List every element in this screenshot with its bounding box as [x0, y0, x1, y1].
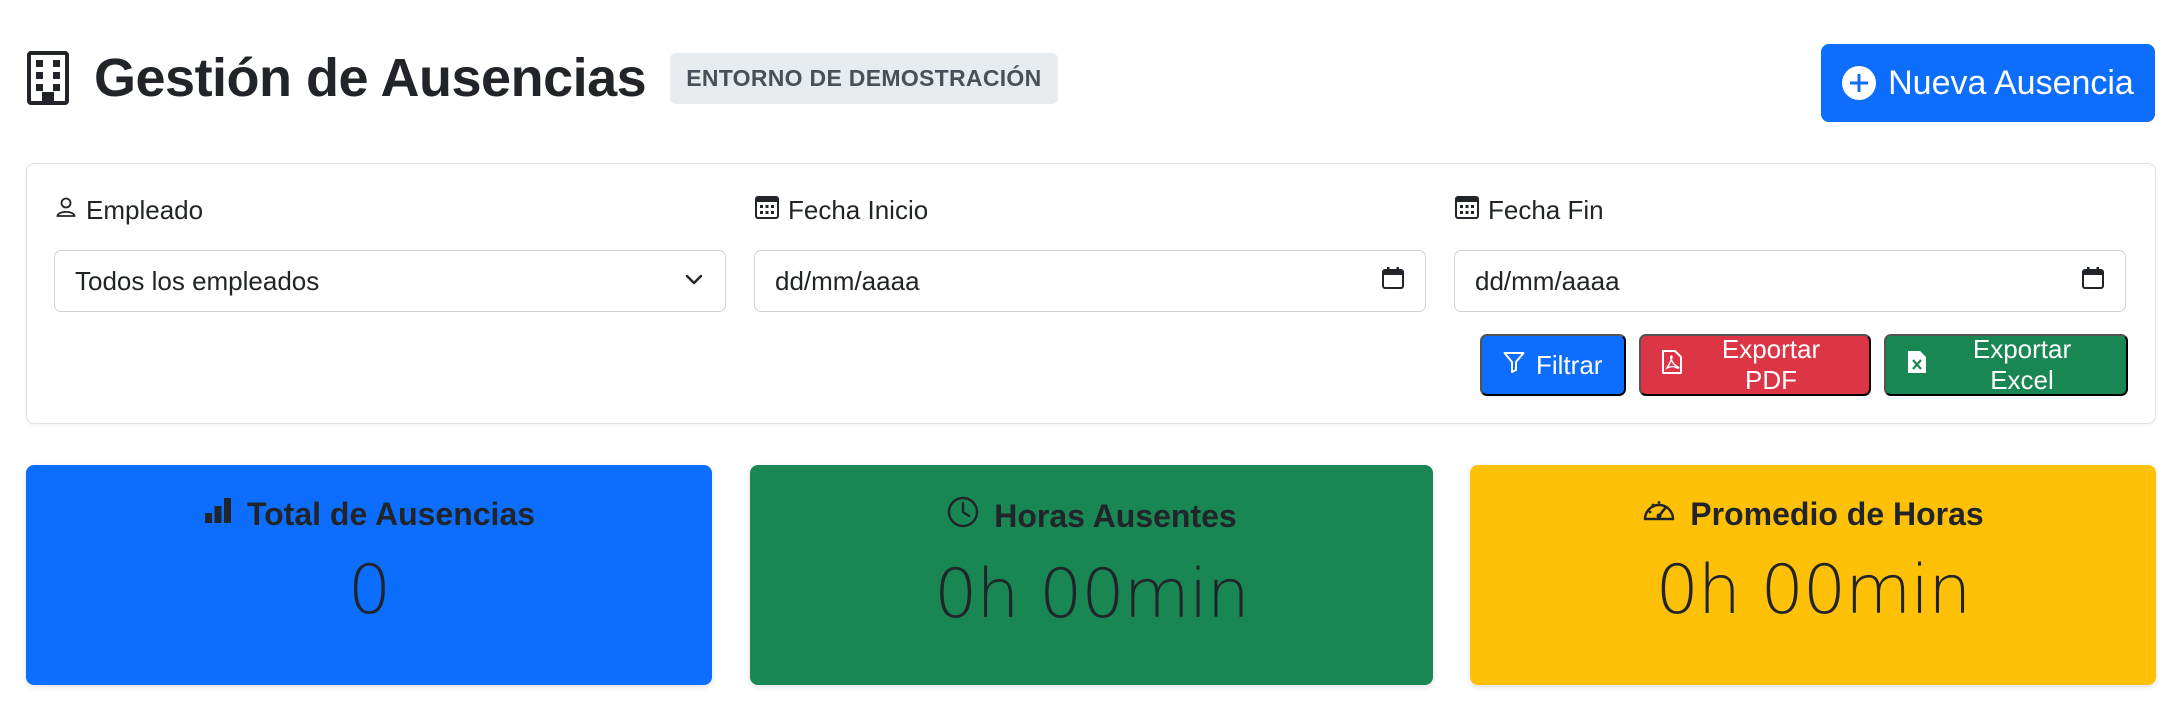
building-icon: [26, 50, 74, 106]
person-icon: [54, 195, 78, 226]
employee-label-row: Empleado: [54, 192, 726, 228]
export-pdf-label: Exportar PDF: [1721, 334, 1821, 395]
stat-title-row: Total de Ausencias: [203, 495, 535, 533]
stat-title: Horas Ausentes: [994, 497, 1237, 534]
end-date-value: dd/mm/aaaa: [1475, 265, 1620, 296]
calendar-icon: [754, 194, 780, 227]
new-absence-label: Nueva Ausencia: [1888, 63, 2134, 102]
new-absence-button[interactable]: Nueva Ausencia: [1821, 44, 2155, 122]
stat-title-row: Horas Ausentes: [946, 495, 1237, 537]
bar-chart-icon: [203, 495, 233, 533]
stat-card-average-hours: Promedio de Horas 0h 00min: [1470, 465, 2156, 685]
filter-actions: Filtrar Exportar PDF Exportar Excel: [1480, 334, 2128, 396]
page-title: Gestión de Ausencias: [94, 48, 647, 108]
export-excel-button[interactable]: Exportar Excel: [1884, 334, 2128, 396]
employee-label: Empleado: [86, 194, 204, 225]
stat-title: Total de Ausencias: [246, 495, 536, 532]
filter-card: Empleado Todos los empleados Fecha Inici…: [26, 163, 2156, 424]
start-date-value: dd/mm/aaaa: [775, 265, 920, 296]
chevron-down-icon: [683, 266, 705, 297]
export-excel-label: Exportar Excel: [1972, 334, 2072, 395]
file-pdf-icon: [1661, 349, 1683, 382]
start-date-filter: Fecha Inicio dd/mm/aaaa: [754, 192, 1426, 312]
speedometer-icon: [1642, 495, 1676, 533]
calendar-icon: [1454, 194, 1480, 227]
file-excel-icon: [1906, 349, 1928, 382]
absence-management-page: Gestión de Ausencias ENTORNO DE DEMOSTRA…: [0, 0, 2169, 725]
plus-circle-icon: [1842, 66, 1877, 100]
stat-value: 0h 00min: [934, 555, 1250, 634]
export-pdf-button[interactable]: Exportar PDF: [1639, 334, 1871, 396]
end-date-filter: Fecha Fin dd/mm/aaaa: [1454, 192, 2126, 312]
start-date-label: Fecha Inicio: [788, 194, 929, 225]
stat-title: Promedio de Horas: [1690, 495, 1984, 532]
clock-icon: [946, 495, 980, 537]
end-date-input[interactable]: dd/mm/aaaa: [1454, 250, 2126, 312]
stat-card-hours-absent: Horas Ausentes 0h 00min: [750, 465, 1433, 685]
employee-filter: Empleado Todos los empleados: [54, 192, 726, 312]
page-header: Gestión de Ausencias ENTORNO DE DEMOSTRA…: [26, 44, 2155, 124]
start-date-label-row: Fecha Inicio: [754, 192, 1426, 228]
filter-button-label: Filtrar: [1536, 349, 1603, 380]
end-date-label-row: Fecha Fin: [1454, 192, 2126, 228]
date-picker-icon[interactable]: [2081, 266, 2105, 297]
start-date-input[interactable]: dd/mm/aaaa: [754, 250, 1426, 312]
stat-value: 0h 00min: [1655, 551, 1972, 630]
date-picker-icon[interactable]: [1381, 266, 1405, 297]
funnel-icon: [1502, 350, 1526, 381]
employee-select[interactable]: Todos los empleados: [54, 250, 726, 312]
stat-value: 0: [347, 551, 391, 630]
title-group: Gestión de Ausencias ENTORNO DE DEMOSTRA…: [26, 50, 1058, 106]
environment-badge: ENTORNO DE DEMOSTRACIÓN: [670, 52, 1058, 104]
end-date-label: Fecha Fin: [1488, 194, 1604, 225]
stat-card-total-absences: Total de Ausencias 0: [26, 465, 712, 685]
stat-title-row: Promedio de Horas: [1642, 495, 1984, 533]
employee-select-value: Todos los empleados: [75, 265, 320, 296]
filter-button[interactable]: Filtrar: [1480, 334, 1626, 396]
